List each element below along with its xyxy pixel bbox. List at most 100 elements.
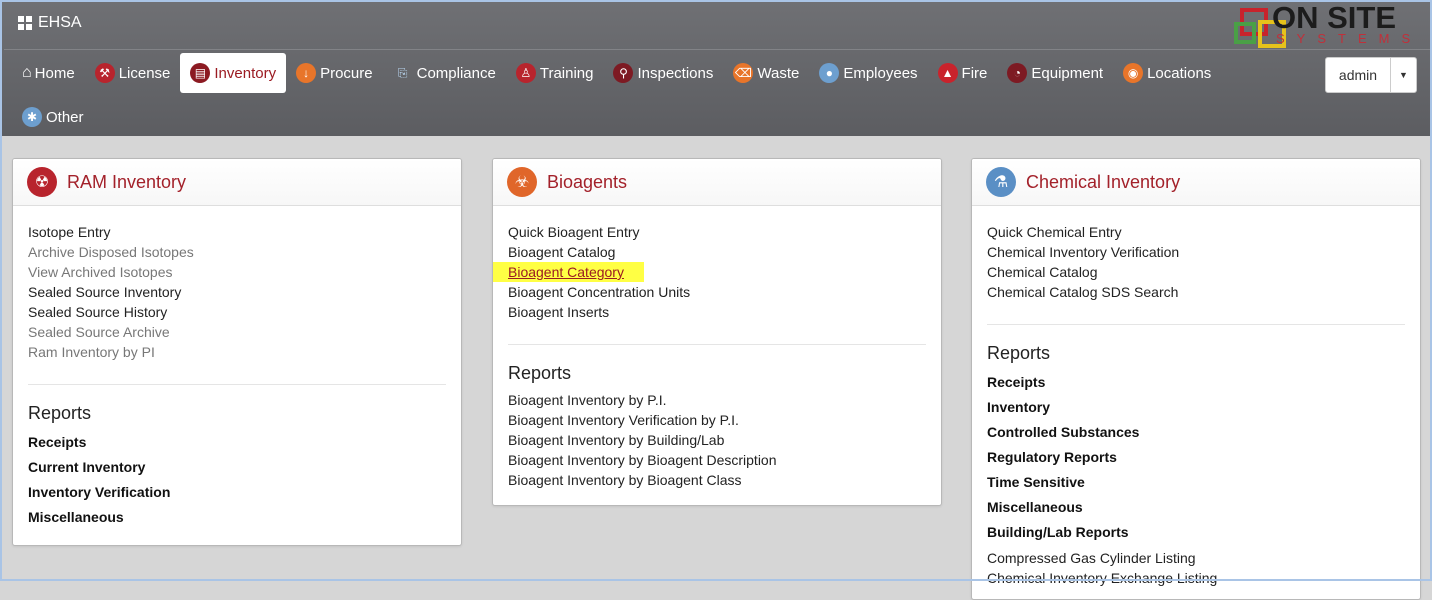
chemical-inventory-panel: ⚗ Chemical Inventory Quick Chemical Entr… (971, 158, 1421, 600)
report-current-inventory[interactable]: Current Inventory (28, 455, 446, 480)
reports-heading: Reports (508, 363, 572, 383)
report-receipts[interactable]: Receipts (28, 430, 446, 455)
panel-header: ☢ RAM Inventory (13, 159, 461, 206)
nav-fire[interactable]: ▲ Fire (928, 53, 998, 93)
nav-training[interactable]: ♙ Training (506, 53, 604, 93)
link-chemical-catalog-sds-search[interactable]: Chemical Catalog SDS Search (987, 282, 1405, 302)
nav-training-label: Training (539, 64, 594, 82)
apps-grid-icon (18, 16, 32, 30)
nav-procure[interactable]: ↓ Procure (286, 53, 383, 93)
nav-compliance[interactable]: ⎘ Compliance (383, 53, 506, 93)
inventory-icon: ▤ (190, 63, 211, 83)
user-menu[interactable]: admin ▼ (1325, 57, 1417, 93)
link-sealed-source-history[interactable]: Sealed Source History (28, 302, 446, 322)
report-time-sensitive[interactable]: Time Sensitive (987, 470, 1405, 495)
app-title: EHSA (38, 14, 82, 31)
link-quick-chemical-entry[interactable]: Quick Chemical Entry (987, 222, 1405, 242)
magnifier-icon: ⚲ (613, 63, 634, 83)
divider (28, 384, 446, 385)
nav-equipment-label: Equipment (1031, 64, 1104, 82)
nav-waste[interactable]: ⌫ Waste (723, 53, 809, 93)
report-miscellaneous[interactable]: Miscellaneous (28, 505, 446, 530)
link-sealed-source-inventory[interactable]: Sealed Source Inventory (28, 282, 446, 302)
caret-down-icon[interactable]: ▼ (1391, 58, 1416, 92)
link-bioagent-category[interactable]: Bioagent Category (493, 262, 644, 282)
flask-icon: ⚗ (986, 167, 1016, 197)
bioagents-panel: ☣ Bioagents Quick Bioagent Entry Bioagen… (492, 158, 942, 506)
report-bioagent-by-building-lab[interactable]: Bioagent Inventory by Building/Lab (508, 430, 926, 450)
report-bioagent-by-description[interactable]: Bioagent Inventory by Bioagent Descripti… (508, 450, 926, 470)
report-bioagent-verification-by-pi[interactable]: Bioagent Inventory Verification by P.I. (508, 410, 926, 430)
nav-locations[interactable]: ◉ Locations (1113, 53, 1221, 93)
nav-fire-label: Fire (961, 64, 988, 82)
gauge-icon: ◔ (1007, 63, 1028, 83)
main-nav: ⌂ Home ⚒ License ▤ Inventory ↓ Procure ⎘… (12, 53, 1221, 93)
divider (508, 344, 926, 345)
report-bioagent-by-class[interactable]: Bioagent Inventory by Bioagent Class (508, 470, 926, 490)
nav-locations-label: Locations (1147, 64, 1212, 82)
report-building-lab-reports[interactable]: Building/Lab Reports (987, 520, 1405, 545)
panel-title: RAM Inventory (67, 171, 187, 192)
asterisk-icon: ✱ (22, 107, 42, 127)
link-sealed-source-archive[interactable]: Sealed Source Archive (28, 322, 446, 342)
link-compressed-gas-cylinder-listing[interactable]: Compressed Gas Cylinder Listing (987, 548, 1405, 568)
nav-home-label: Home (34, 64, 75, 82)
panel-header: ☣ Bioagents (493, 159, 941, 206)
link-ram-inventory-by-pi[interactable]: Ram Inventory by PI (28, 342, 446, 362)
nav-license-label: License (118, 64, 171, 82)
biohazard-icon: ☣ (507, 167, 537, 197)
nav-license[interactable]: ⚒ License (85, 53, 181, 93)
divider (987, 324, 1405, 325)
trainer-icon: ♙ (515, 63, 536, 83)
report-bioagent-inventory-by-pi[interactable]: Bioagent Inventory by P.I. (508, 390, 926, 410)
people-icon: ● (819, 63, 840, 83)
link-isotope-entry[interactable]: Isotope Entry (28, 222, 446, 242)
nav-procure-label: Procure (320, 64, 373, 82)
nav-inventory[interactable]: ▤ Inventory (180, 53, 287, 93)
radiation-icon: ☢ (27, 167, 57, 197)
link-bioagent-concentration-units[interactable]: Bioagent Concentration Units (508, 282, 926, 302)
flame-icon: ▲ (937, 63, 958, 83)
app-brand[interactable]: EHSA (18, 14, 82, 32)
link-bioagent-inserts[interactable]: Bioagent Inserts (508, 302, 926, 322)
nav-other[interactable]: ✱ Other (12, 97, 94, 137)
panel-title: Chemical Inventory (1026, 171, 1181, 192)
link-quick-bioagent-entry[interactable]: Quick Bioagent Entry (508, 222, 926, 242)
nav-employees[interactable]: ● Employees (809, 53, 927, 93)
reports-heading: Reports (28, 403, 92, 423)
link-archive-disposed-isotopes[interactable]: Archive Disposed Isotopes (28, 242, 446, 262)
clipboard-icon: ⎘ (397, 65, 408, 80)
user-name-button[interactable]: admin (1326, 58, 1391, 92)
nav-inspections-label: Inspections (637, 64, 714, 82)
report-receipts[interactable]: Receipts (987, 370, 1405, 395)
map-pin-icon: ◉ (1123, 63, 1144, 83)
ram-inventory-panel: ☢ RAM Inventory Isotope Entry Archive Di… (12, 158, 462, 546)
nav-home[interactable]: ⌂ Home (12, 53, 85, 93)
navbar-divider (4, 49, 1432, 50)
nav-equipment[interactable]: ◔ Equipment (997, 53, 1113, 93)
nav-employees-label: Employees (843, 64, 918, 82)
report-inventory-verification[interactable]: Inventory Verification (28, 480, 446, 505)
logo-subtext: SYSTEMS (1276, 31, 1423, 46)
panel-title: Bioagents (547, 171, 628, 192)
report-controlled-substances[interactable]: Controlled Substances (987, 420, 1405, 445)
link-chemical-inventory-exchange-listing[interactable]: Chemical Inventory Exchange Listing (987, 568, 1405, 588)
trash-icon: ⌫ (733, 63, 754, 83)
link-chemical-inventory-verification[interactable]: Chemical Inventory Verification (987, 242, 1405, 262)
report-regulatory-reports[interactable]: Regulatory Reports (987, 445, 1405, 470)
report-miscellaneous[interactable]: Miscellaneous (987, 495, 1405, 520)
home-icon: ⌂ (22, 64, 32, 81)
panel-header: ⚗ Chemical Inventory (972, 159, 1420, 206)
nav-inventory-label: Inventory (214, 64, 277, 82)
nav-compliance-label: Compliance (416, 64, 496, 82)
link-bioagent-catalog[interactable]: Bioagent Catalog (508, 242, 926, 262)
link-view-archived-isotopes[interactable]: View Archived Isotopes (28, 262, 446, 282)
nav-inspections[interactable]: ⚲ Inspections (603, 53, 723, 93)
reports-heading: Reports (987, 343, 1051, 363)
nav-other-label: Other (46, 108, 84, 126)
nav-waste-label: Waste (757, 64, 800, 82)
link-chemical-catalog[interactable]: Chemical Catalog (987, 262, 1405, 282)
report-inventory[interactable]: Inventory (987, 395, 1405, 420)
download-arrow-icon: ↓ (296, 63, 317, 83)
onsite-systems-logo: ON SITE SYSTEMS (1218, 0, 1426, 48)
